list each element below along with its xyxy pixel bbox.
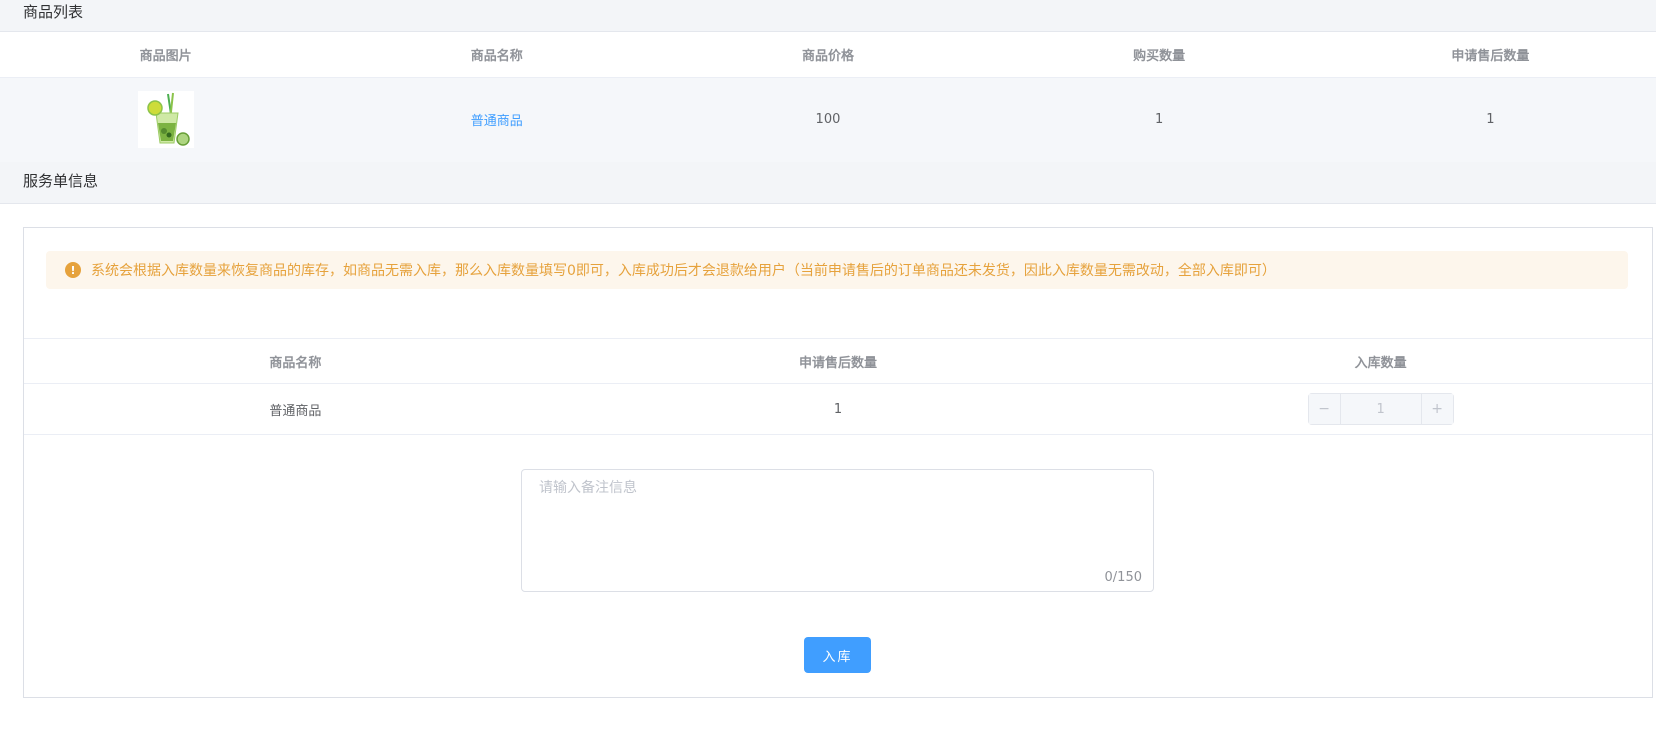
col-header-name: 商品名称 (470, 48, 523, 64)
service-info-header: 服务单信息 (0, 162, 1656, 204)
warning-icon: ! (65, 262, 81, 278)
remark-box: 0/150 (521, 469, 1154, 592)
plus-icon[interactable]: + (1420, 394, 1453, 424)
col-header-image: 商品图片 (139, 48, 192, 64)
goods-list-header: 商品列表 (0, 0, 1656, 32)
stock-qty-cell: − 1 + (1109, 384, 1652, 435)
warning-alert: ! 系统会根据入库数量来恢复商品的库存，如商品无需入库，那么入库数量填写0即可，… (46, 251, 1628, 289)
remark-char-counter: 0/150 (1104, 570, 1142, 585)
col-header-stock-name: 商品名称 (269, 355, 322, 371)
col-header-buy-qty: 购买数量 (1133, 48, 1186, 64)
col-header-stock-after-sale-qty: 申请售后数量 (798, 355, 877, 371)
lime-drink-image[interactable] (137, 91, 194, 149)
col-header-after-sale-qty: 申请售后数量 (1451, 48, 1530, 64)
goods-table-header-row: 商品图片 商品名称 商品价格 购买数量 申请售后数量 (0, 32, 1656, 77)
goods-list-title: 商品列表 (23, 3, 84, 21)
goods-table: 商品图片 商品名称 商品价格 购买数量 申请售后数量 普通商品 100 1 1 (0, 32, 1656, 162)
col-header-stock-qty: 入库数量 (1354, 355, 1407, 371)
remark-textarea[interactable] (522, 470, 1153, 591)
goods-price-cell: 100 (815, 112, 841, 128)
stock-after-sale-qty-cell: 1 (833, 401, 843, 417)
stock-table: 商品名称 申请售后数量 入库数量 普通商品 1 − 1 + (24, 338, 1652, 435)
minus-icon[interactable]: − (1308, 394, 1341, 424)
goods-image-cell (0, 77, 331, 162)
stock-table-header-row: 商品名称 申请售后数量 入库数量 (24, 338, 1652, 384)
stock-name-cell: 普通商品 (269, 403, 322, 419)
service-info-title: 服务单信息 (23, 172, 99, 190)
warning-alert-text: 系统会根据入库数量来恢复商品的库存，如商品无需入库，那么入库数量填写0即可，入库… (91, 263, 1276, 279)
stock-qty-stepper[interactable]: − 1 + (1307, 393, 1454, 425)
table-row: 普通商品 1 − 1 + (24, 384, 1652, 435)
stock-in-button[interactable]: 入库 (804, 637, 871, 673)
goods-name-cell: 普通商品 (331, 77, 662, 162)
goods-after-sale-qty-cell: 1 (1486, 112, 1495, 128)
table-row: 普通商品 100 1 1 (0, 77, 1656, 162)
stock-qty-value[interactable]: 1 (1340, 394, 1421, 424)
goods-buy-qty-cell: 1 (1155, 112, 1164, 128)
service-info-panel: ! 系统会根据入库数量来恢复商品的库存，如商品无需入库，那么入库数量填写0即可，… (23, 227, 1653, 698)
col-header-price: 商品价格 (801, 48, 854, 64)
goods-name-link[interactable]: 普通商品 (471, 114, 523, 129)
